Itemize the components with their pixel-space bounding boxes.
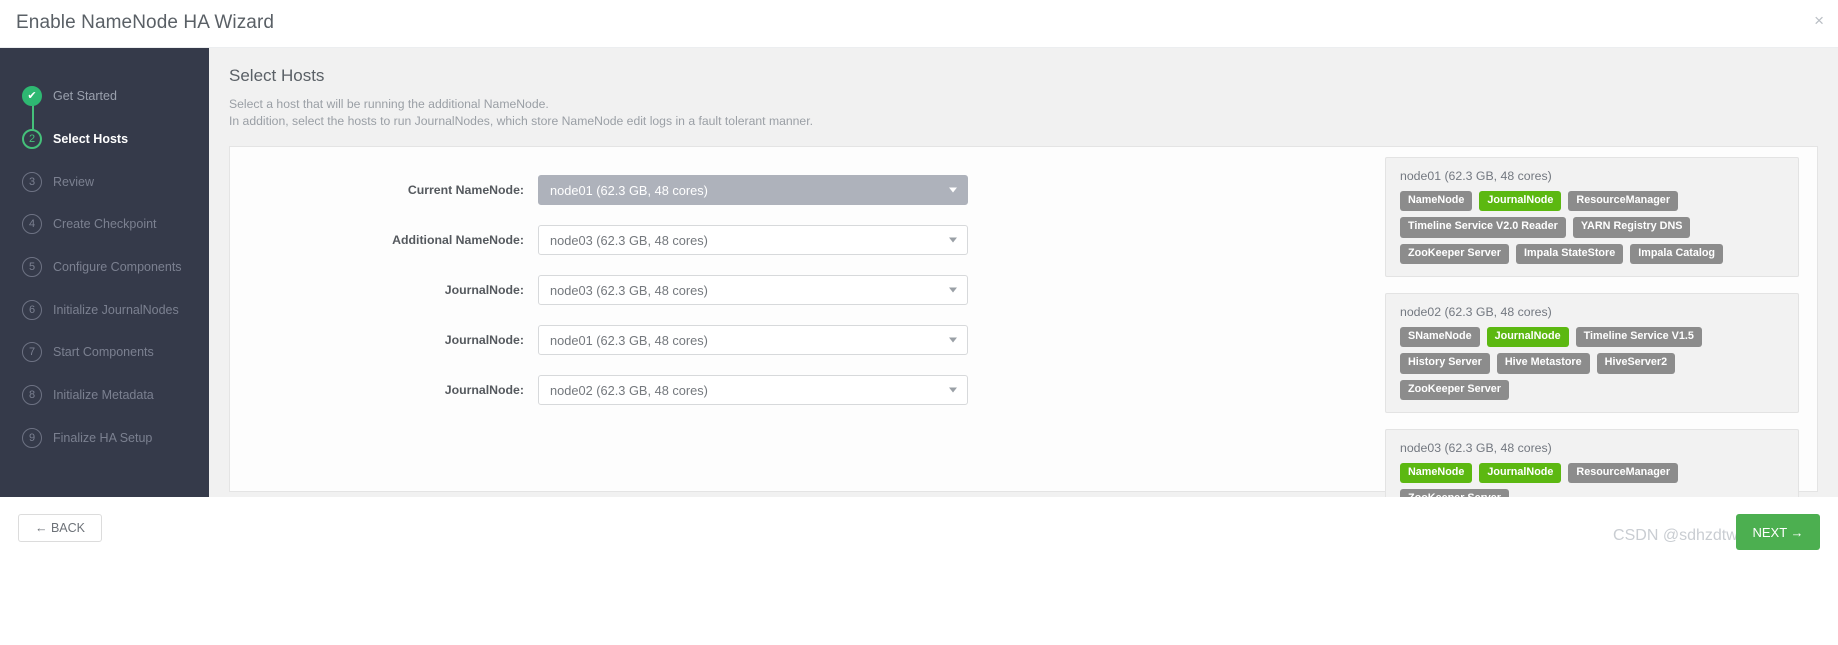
- sidebar-step-label: Create Checkpoint: [53, 217, 157, 232]
- host-cards-list: node01 (62.3 GB, 48 cores) NameNode Journa…: [1385, 157, 1799, 539]
- sidebar-step-label: Get Started: [53, 89, 117, 104]
- sidebar-step-create-checkpoint[interactable]: 4 Create Checkpoint: [0, 203, 209, 246]
- component-badge: YARN Registry DNS: [1572, 217, 1691, 238]
- component-badge: ResourceManager: [1568, 191, 1679, 212]
- close-icon[interactable]: ×: [1814, 12, 1824, 29]
- current-namenode-select: node01 (62.3 GB, 48 cores): [538, 175, 968, 205]
- step-number-badge: 5: [22, 257, 42, 278]
- component-badge-list: NameNode JournalNode ResourceManager Timeli…: [1400, 191, 1784, 264]
- host-card-name: node03 (62.3 GB, 48 cores): [1400, 440, 1552, 455]
- step-number-badge: 2: [22, 129, 42, 150]
- component-badge: Impala StateStore: [1516, 243, 1624, 264]
- component-badge: Hive Metastore: [1496, 353, 1590, 374]
- sidebar-step-start-components[interactable]: 7 Start Components: [0, 331, 209, 374]
- form-row: JournalNode: node02 (62.3 GB, 48 cores): [230, 365, 990, 415]
- component-badge: JournalNode: [1479, 191, 1562, 212]
- sidebar-step-label: Configure Components: [53, 260, 182, 275]
- sidebar-step-initialize-metadata[interactable]: 8 Initialize Metadata: [0, 374, 209, 417]
- chevron-down-icon: [949, 237, 957, 243]
- section-title: Select Hosts: [229, 66, 325, 85]
- step-number-badge: 4: [22, 214, 42, 235]
- host-card-name: node02 (62.3 GB, 48 cores): [1400, 304, 1552, 319]
- sidebar-step-label: Start Components: [53, 345, 154, 360]
- component-badge: ZooKeeper Server: [1400, 243, 1510, 264]
- form-label: JournalNode:: [444, 283, 524, 297]
- component-badge: NameNode: [1400, 191, 1473, 212]
- sidebar-step-review[interactable]: 3 Review: [0, 160, 209, 203]
- select-value: node01 (62.3 GB, 48 cores): [550, 182, 708, 198]
- selection-panel: Current NameNode: node01 (62.3 GB, 48 cor…: [229, 146, 1818, 523]
- sidebar-step-label: Initialize JournalNodes: [53, 302, 179, 317]
- host-select[interactable]: node01 (62.3 GB, 48 cores): [538, 325, 968, 355]
- host-selection-form: Current NameNode: node01 (62.3 GB, 48 cor…: [230, 165, 990, 415]
- component-badge: History Server: [1400, 353, 1490, 374]
- component-badge: SNameNode: [1400, 326, 1480, 348]
- section-subtitle: Select a host that will be running the a…: [229, 96, 1818, 130]
- host-select[interactable]: node03 (62.3 GB, 48 cores): [538, 275, 968, 305]
- component-badge: Timeline Service V1.5: [1575, 326, 1702, 348]
- chevron-down-icon: [949, 187, 957, 193]
- host-card: node01 (62.3 GB, 48 cores) NameNode Journa…: [1385, 157, 1799, 277]
- wizard-sidebar: ✔ Get Started 2 Select Hosts 3 Review 4 Create …: [0, 48, 209, 497]
- sidebar-step-label: Finalize HA Setup: [53, 430, 153, 445]
- dialog-titlebar: Enable NameNode HA Wizard ×: [0, 0, 1838, 48]
- back-button[interactable]: ← BACK: [18, 514, 102, 542]
- host-card: node02 (62.3 GB, 48 cores) SNameNode Journ…: [1385, 292, 1799, 413]
- component-badge: Timeline Service V2.0 Reader: [1400, 217, 1566, 238]
- component-badge: HiveServer2: [1596, 353, 1676, 374]
- form-label: JournalNode:: [444, 383, 524, 397]
- select-value: node03 (62.3 GB, 48 cores): [550, 282, 708, 298]
- form-label: Additional NameNode:: [392, 233, 524, 247]
- chevron-down-icon: [949, 337, 957, 343]
- form-label: JournalNode:: [444, 333, 524, 347]
- next-button[interactable]: NEXT →: [1736, 514, 1820, 550]
- component-badge: ZooKeeper Server: [1400, 379, 1510, 400]
- host-card-name: node01 (62.3 GB, 48 cores): [1400, 169, 1552, 183]
- sidebar-step-finalize-ha-setup[interactable]: 9 Finalize HA Setup: [0, 417, 209, 460]
- select-value: node02 (62.3 GB, 48 cores): [550, 382, 708, 398]
- host-select[interactable]: node02 (62.3 GB, 48 cores): [538, 375, 968, 405]
- step-number-badge: 3: [22, 171, 42, 192]
- step-number-badge: 7: [22, 342, 42, 363]
- form-row: JournalNode: node03 (62.3 GB, 48 cores): [230, 265, 990, 315]
- step-number-badge: 8: [22, 385, 42, 406]
- component-badge-list: SNameNode JournalNode Timeline Service V1.…: [1400, 326, 1784, 400]
- sidebar-step-label: Review: [53, 174, 94, 189]
- select-value: node01 (62.3 GB, 48 cores): [550, 332, 708, 348]
- form-row: JournalNode: node01 (62.3 GB, 48 cores): [230, 315, 990, 365]
- step-number-badge: 6: [22, 299, 42, 320]
- dialog-footer: ← BACK CSDN @sdhzdtwhm NEXT →: [0, 497, 1838, 645]
- ha-wizard-dialog: Enable NameNode HA Wizard × ✔ Get Started…: [0, 0, 1838, 645]
- page-title: Enable NameNode HA Wizard: [16, 12, 275, 33]
- select-value: node03 (62.3 GB, 48 cores): [550, 232, 708, 248]
- component-badge: JournalNode: [1486, 326, 1569, 348]
- sidebar-step-label: Select Hosts: [53, 132, 129, 147]
- chevron-down-icon: [949, 387, 957, 393]
- sidebar-step-initialize-journalnodes[interactable]: 6 Initialize JournalNodes: [0, 288, 209, 331]
- wizard-step-list: ✔ Get Started 2 Select Hosts 3 Review 4 Create …: [0, 48, 209, 459]
- component-badge: ResourceManager: [1568, 462, 1679, 484]
- component-badge: JournalNode: [1479, 462, 1562, 484]
- component-badge: Impala Catalog: [1630, 243, 1724, 264]
- subtitle-line-2: In addition, select the hosts to run Jou…: [229, 114, 813, 128]
- component-badge: NameNode: [1400, 462, 1473, 484]
- form-label: Current NameNode:: [407, 183, 524, 197]
- form-row: Additional NameNode: node03 (62.3 GB, 48 …: [230, 215, 990, 265]
- chevron-down-icon: [949, 287, 957, 293]
- sidebar-step-label: Initialize Metadata: [53, 388, 154, 403]
- sidebar-step-configure-components[interactable]: 5 Configure Components: [0, 246, 209, 289]
- check-icon: ✔: [22, 86, 42, 107]
- step-number-badge: 9: [22, 427, 42, 448]
- subtitle-line-1: Select a host that will be running the a…: [229, 97, 549, 111]
- main-content: Select Hosts Select a host that will be …: [209, 48, 1838, 523]
- form-row: Current NameNode: node01 (62.3 GB, 48 cor…: [230, 165, 990, 215]
- host-select[interactable]: node03 (62.3 GB, 48 cores): [538, 225, 968, 255]
